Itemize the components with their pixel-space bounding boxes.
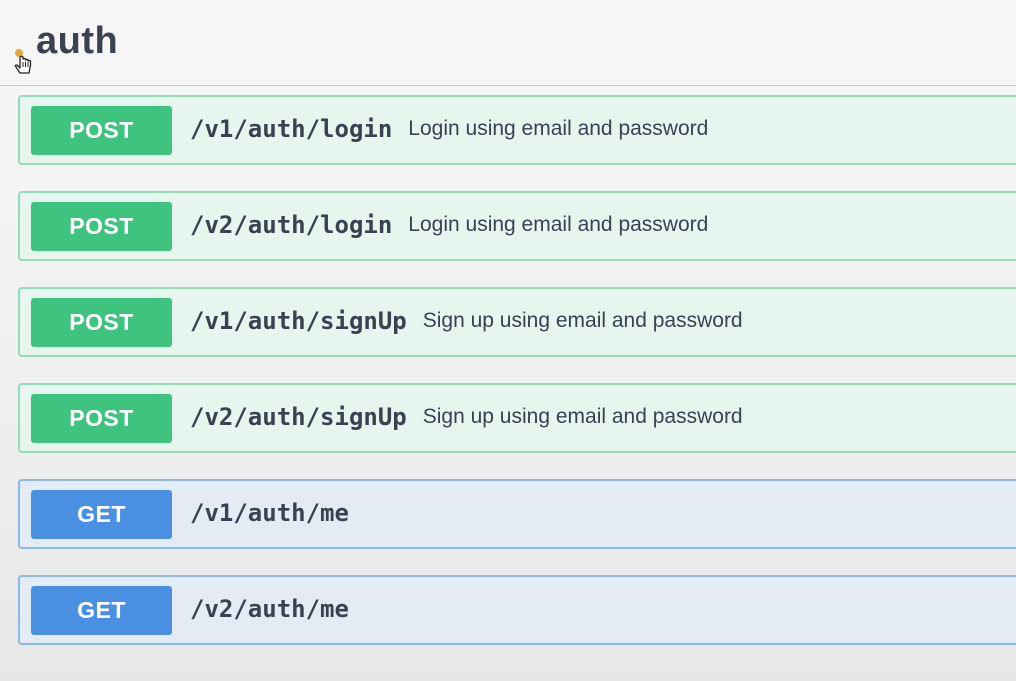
path-text: /v2/auth/login bbox=[190, 211, 393, 239]
path-text: /v1/auth/signUp bbox=[190, 307, 407, 335]
operation-path: /v2/auth/signUp Sign up using email and p… bbox=[190, 403, 743, 431]
operation-summary: Login using email and password bbox=[408, 213, 709, 236]
section-title: auth bbox=[36, 20, 119, 62]
swagger-page: auth POST /v1/auth/login Login using emai… bbox=[0, 0, 1016, 681]
method-badge: POST bbox=[31, 394, 172, 443]
path-text: /v1/auth/me bbox=[190, 499, 349, 527]
operation-path: /v1/auth/me bbox=[190, 499, 349, 527]
operation-path: /v2/auth/me bbox=[190, 595, 349, 623]
operation-get-v2-auth-me[interactable]: GET /v2/auth/me bbox=[18, 575, 1016, 645]
operation-post-v1-auth-login[interactable]: POST /v1/auth/login Login using email and… bbox=[18, 95, 1016, 165]
operation-post-v1-auth-signup[interactable]: POST /v1/auth/signUp Sign up using email … bbox=[18, 287, 1016, 357]
operations-list: POST /v1/auth/login Login using email and… bbox=[18, 95, 1016, 671]
operation-post-v2-auth-signup[interactable]: POST /v2/auth/signUp Sign up using email … bbox=[18, 383, 1016, 453]
operation-path: /v1/auth/signUp Sign up using email and p… bbox=[190, 307, 743, 335]
operation-path: /v2/auth/login Login using email and pass… bbox=[190, 211, 708, 239]
path-text: /v2/auth/signUp bbox=[190, 403, 407, 431]
operation-summary: Sign up using email and password bbox=[422, 309, 743, 332]
method-badge: POST bbox=[31, 298, 172, 347]
path-text: /v1/auth/login bbox=[190, 115, 393, 143]
tag-section-header[interactable]: auth bbox=[0, 0, 1016, 86]
method-badge: POST bbox=[31, 202, 172, 251]
method-badge: GET bbox=[31, 586, 172, 635]
path-text: /v2/auth/me bbox=[190, 595, 349, 623]
operation-get-v1-auth-me[interactable]: GET /v1/auth/me bbox=[18, 479, 1016, 549]
operation-summary: Sign up using email and password bbox=[422, 405, 743, 428]
operation-path: /v1/auth/login Login using email and pass… bbox=[190, 115, 708, 143]
method-badge: GET bbox=[31, 490, 172, 539]
operation-summary: Login using email and password bbox=[408, 117, 709, 140]
operation-post-v2-auth-login[interactable]: POST /v2/auth/login Login using email and… bbox=[18, 191, 1016, 261]
method-badge: POST bbox=[31, 106, 172, 155]
hand-pointer-icon bbox=[12, 48, 34, 76]
